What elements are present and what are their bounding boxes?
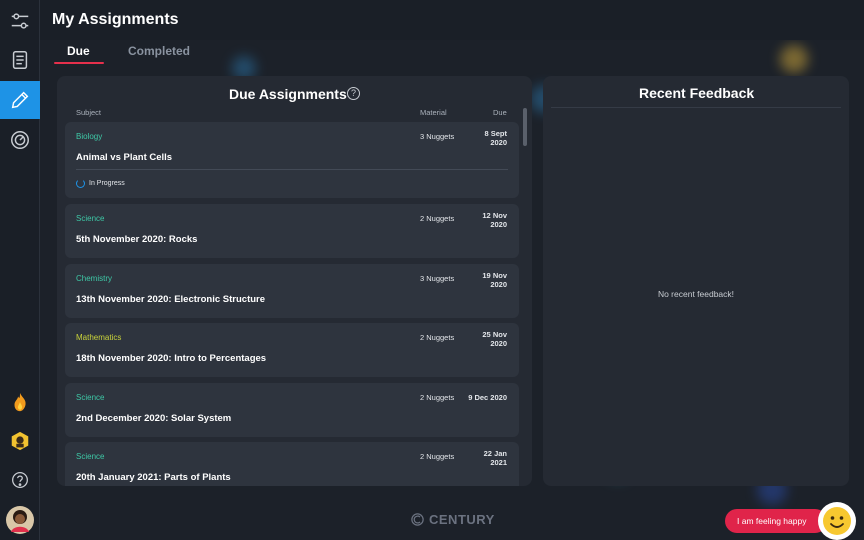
empty-feedback-message: No recent feedback!	[657, 289, 735, 299]
assignment-due-date: 8 Sept 2020	[484, 129, 507, 147]
column-header-due: Due	[493, 108, 507, 117]
assignment-due-date: 9 Dec 2020	[468, 393, 507, 402]
tab-completed[interactable]: Completed	[128, 44, 190, 58]
flame-icon	[14, 392, 26, 412]
assignment-title: 13th November 2020: Electronic Structure	[76, 294, 266, 305]
active-tab-indicator	[54, 62, 104, 64]
sidebar-item-help[interactable]	[0, 461, 40, 499]
assignment-subject: Science	[76, 452, 105, 461]
assignment-subject: Science	[76, 393, 105, 402]
sidebar-item-assignments[interactable]	[0, 81, 40, 119]
assignment-card[interactable]: Chemistry 13th November 2020: Electronic…	[65, 264, 519, 318]
assignment-material: 3 Nuggets	[420, 274, 455, 283]
sidebar-item-profile[interactable]	[0, 501, 40, 539]
assignment-title: 5th November 2020: Rocks	[76, 234, 198, 245]
recent-feedback-panel: Recent Feedback No recent feedback!	[543, 76, 849, 486]
help-icon[interactable]: ?	[347, 87, 360, 100]
page-title: My Assignments	[52, 11, 179, 28]
column-header-subject: Subject	[76, 108, 102, 117]
notebook-icon	[12, 51, 28, 69]
sidebar-item-streak[interactable]	[0, 383, 40, 421]
help-icon	[12, 472, 28, 488]
sidebar-item-dashboard[interactable]	[0, 121, 40, 159]
assignment-due-date: 12 Nov 2020	[482, 211, 507, 229]
assignment-title: 2nd December 2020: Solar System	[76, 413, 232, 424]
assignment-subject: Science	[76, 214, 105, 223]
assignment-title: 20th January 2021: Parts of Plants	[76, 472, 231, 483]
gauge-icon	[11, 131, 29, 149]
assignment-card[interactable]: Science 20th January 2021: Parts of Plan…	[65, 442, 519, 486]
assignment-status: In Progress	[76, 179, 125, 188]
assignment-title: 18th November 2020: Intro to Percentages	[76, 353, 267, 364]
assignment-due-date: 22 Jan 2021	[483, 449, 507, 467]
mood-emoji-button[interactable]	[818, 502, 856, 540]
assignment-subject: Chemistry	[76, 274, 113, 283]
assignment-card[interactable]: Mathematics 18th November 2020: Intro to…	[65, 323, 519, 377]
sidebar-item-settings[interactable]	[0, 2, 40, 40]
century-logo: CENTURY	[410, 512, 495, 527]
assignment-due-date: 19 Nov 2020	[482, 271, 507, 289]
scrollbar[interactable]	[523, 108, 527, 146]
smiley-icon	[823, 507, 851, 535]
assignment-card[interactable]: Science 2nd December 2020: Solar System …	[65, 383, 519, 437]
card-divider	[76, 169, 508, 170]
assignment-subject: Mathematics	[76, 333, 122, 342]
assignment-subject: Biology	[76, 132, 103, 141]
badge-icon	[11, 431, 29, 451]
due-assignments-panel: Due Assignments ? Subject Material Due B…	[57, 76, 532, 486]
sidebar-item-courses[interactable]	[0, 41, 40, 79]
assignment-card[interactable]: Science 5th November 2020: Rocks 2 Nugge…	[65, 204, 519, 258]
assignment-material: 2 Nuggets	[420, 333, 455, 342]
pencil-icon	[11, 91, 29, 109]
top-header: My Assignments	[40, 0, 864, 40]
assignment-material: 2 Nuggets	[420, 452, 455, 461]
mood-button[interactable]: I am feeling happy	[725, 509, 827, 533]
due-assignments-title: Due Assignments	[229, 86, 347, 102]
tab-bar: Due Completed	[40, 40, 864, 66]
divider	[551, 107, 841, 108]
assignment-due-date: 25 Nov 2020	[482, 330, 507, 348]
avatar	[6, 506, 34, 534]
assignment-material: 2 Nuggets	[420, 214, 455, 223]
recent-feedback-title: Recent Feedback	[639, 85, 755, 101]
assignment-material: 2 Nuggets	[420, 393, 455, 402]
tab-due[interactable]: Due	[67, 44, 90, 58]
sliders-icon	[11, 13, 29, 29]
assignment-material: 3 Nuggets	[420, 132, 455, 141]
column-header-material: Material	[420, 108, 447, 117]
century-logo-icon	[411, 513, 424, 526]
assignment-card[interactable]: Biology Animal vs Plant Cells 3 Nuggets …	[65, 122, 519, 198]
sidebar-item-badges[interactable]	[0, 422, 40, 460]
assignment-title: Animal vs Plant Cells	[76, 152, 173, 163]
sidebar	[0, 0, 40, 540]
progress-spinner-icon	[76, 179, 85, 188]
